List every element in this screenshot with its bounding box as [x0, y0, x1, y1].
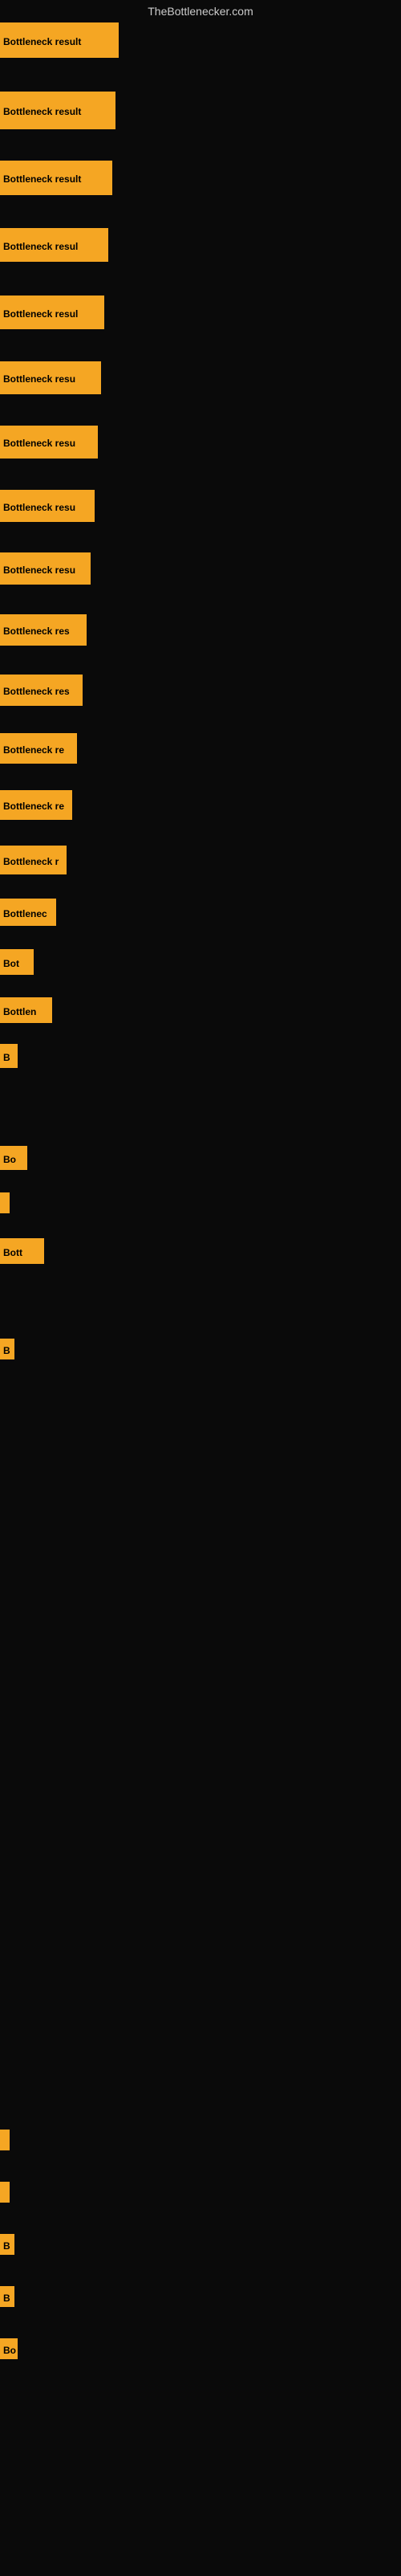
- bar-row: [0, 2130, 10, 2150]
- bar-row: Bottleneck result: [0, 22, 119, 58]
- bar-row: Bottleneck resu: [0, 552, 91, 585]
- bar-label: Bottleneck r: [0, 846, 67, 874]
- bar-label: Bo: [0, 2338, 18, 2359]
- bar-row: Bo: [0, 2338, 18, 2359]
- bar-label: Bottlen: [0, 997, 52, 1023]
- bar-row: Bottleneck result: [0, 161, 112, 195]
- bar-row: B: [0, 1044, 18, 1068]
- bar-label: Bottleneck resu: [0, 490, 95, 522]
- bar-label: B: [0, 1339, 14, 1359]
- bar-label: Bottleneck result: [0, 161, 112, 195]
- bar-row: B: [0, 2234, 14, 2255]
- bar-row: [0, 1192, 10, 1213]
- bar-label: Bottleneck resul: [0, 228, 108, 262]
- bar-label: Bottleneck result: [0, 92, 115, 129]
- bar-row: B: [0, 2286, 14, 2307]
- bar-label: Bo: [0, 1146, 27, 1170]
- bar-label: Bottlenec: [0, 899, 56, 926]
- bar-label: B: [0, 2286, 14, 2307]
- bar-label: Bottleneck re: [0, 790, 72, 820]
- bar-row: Bottlen: [0, 997, 52, 1023]
- bar-row: Bottleneck resul: [0, 228, 108, 262]
- bar-label: Bottleneck resu: [0, 552, 91, 585]
- bar-row: Bottleneck re: [0, 790, 72, 820]
- bar-label: Bott: [0, 1238, 44, 1264]
- bar-row: Bottleneck resu: [0, 361, 101, 394]
- bar-row: Bottleneck resu: [0, 490, 95, 522]
- bar-row: Bott: [0, 1238, 44, 1264]
- bar-row: Bottleneck re: [0, 733, 77, 764]
- bar-label: [0, 2182, 10, 2203]
- bar-row: Bottleneck res: [0, 675, 83, 706]
- bar-row: Bot: [0, 949, 34, 975]
- bar-label: B: [0, 2234, 14, 2255]
- bar-row: B: [0, 1339, 14, 1359]
- bar-label: Bottleneck res: [0, 614, 87, 646]
- site-title: TheBottlenecker.com: [0, 0, 401, 22]
- bar-row: Bottlenec: [0, 899, 56, 926]
- bar-label: B: [0, 1044, 18, 1068]
- bar-label: Bot: [0, 949, 34, 975]
- bar-row: Bo: [0, 1146, 27, 1170]
- bar-label: Bottleneck result: [0, 22, 119, 58]
- bar-label: [0, 1192, 10, 1213]
- bar-row: Bottleneck res: [0, 614, 87, 646]
- bar-row: Bottleneck r: [0, 846, 67, 874]
- bar-row: Bottleneck resul: [0, 296, 104, 329]
- bar-row: Bottleneck result: [0, 92, 115, 129]
- bar-label: Bottleneck resu: [0, 361, 101, 394]
- bar-label: Bottleneck resul: [0, 296, 104, 329]
- bar-label: [0, 2130, 10, 2150]
- bar-label: Bottleneck res: [0, 675, 83, 706]
- bar-label: Bottleneck resu: [0, 426, 98, 459]
- bar-row: [0, 2182, 10, 2203]
- bar-row: Bottleneck resu: [0, 426, 98, 459]
- bar-label: Bottleneck re: [0, 733, 77, 764]
